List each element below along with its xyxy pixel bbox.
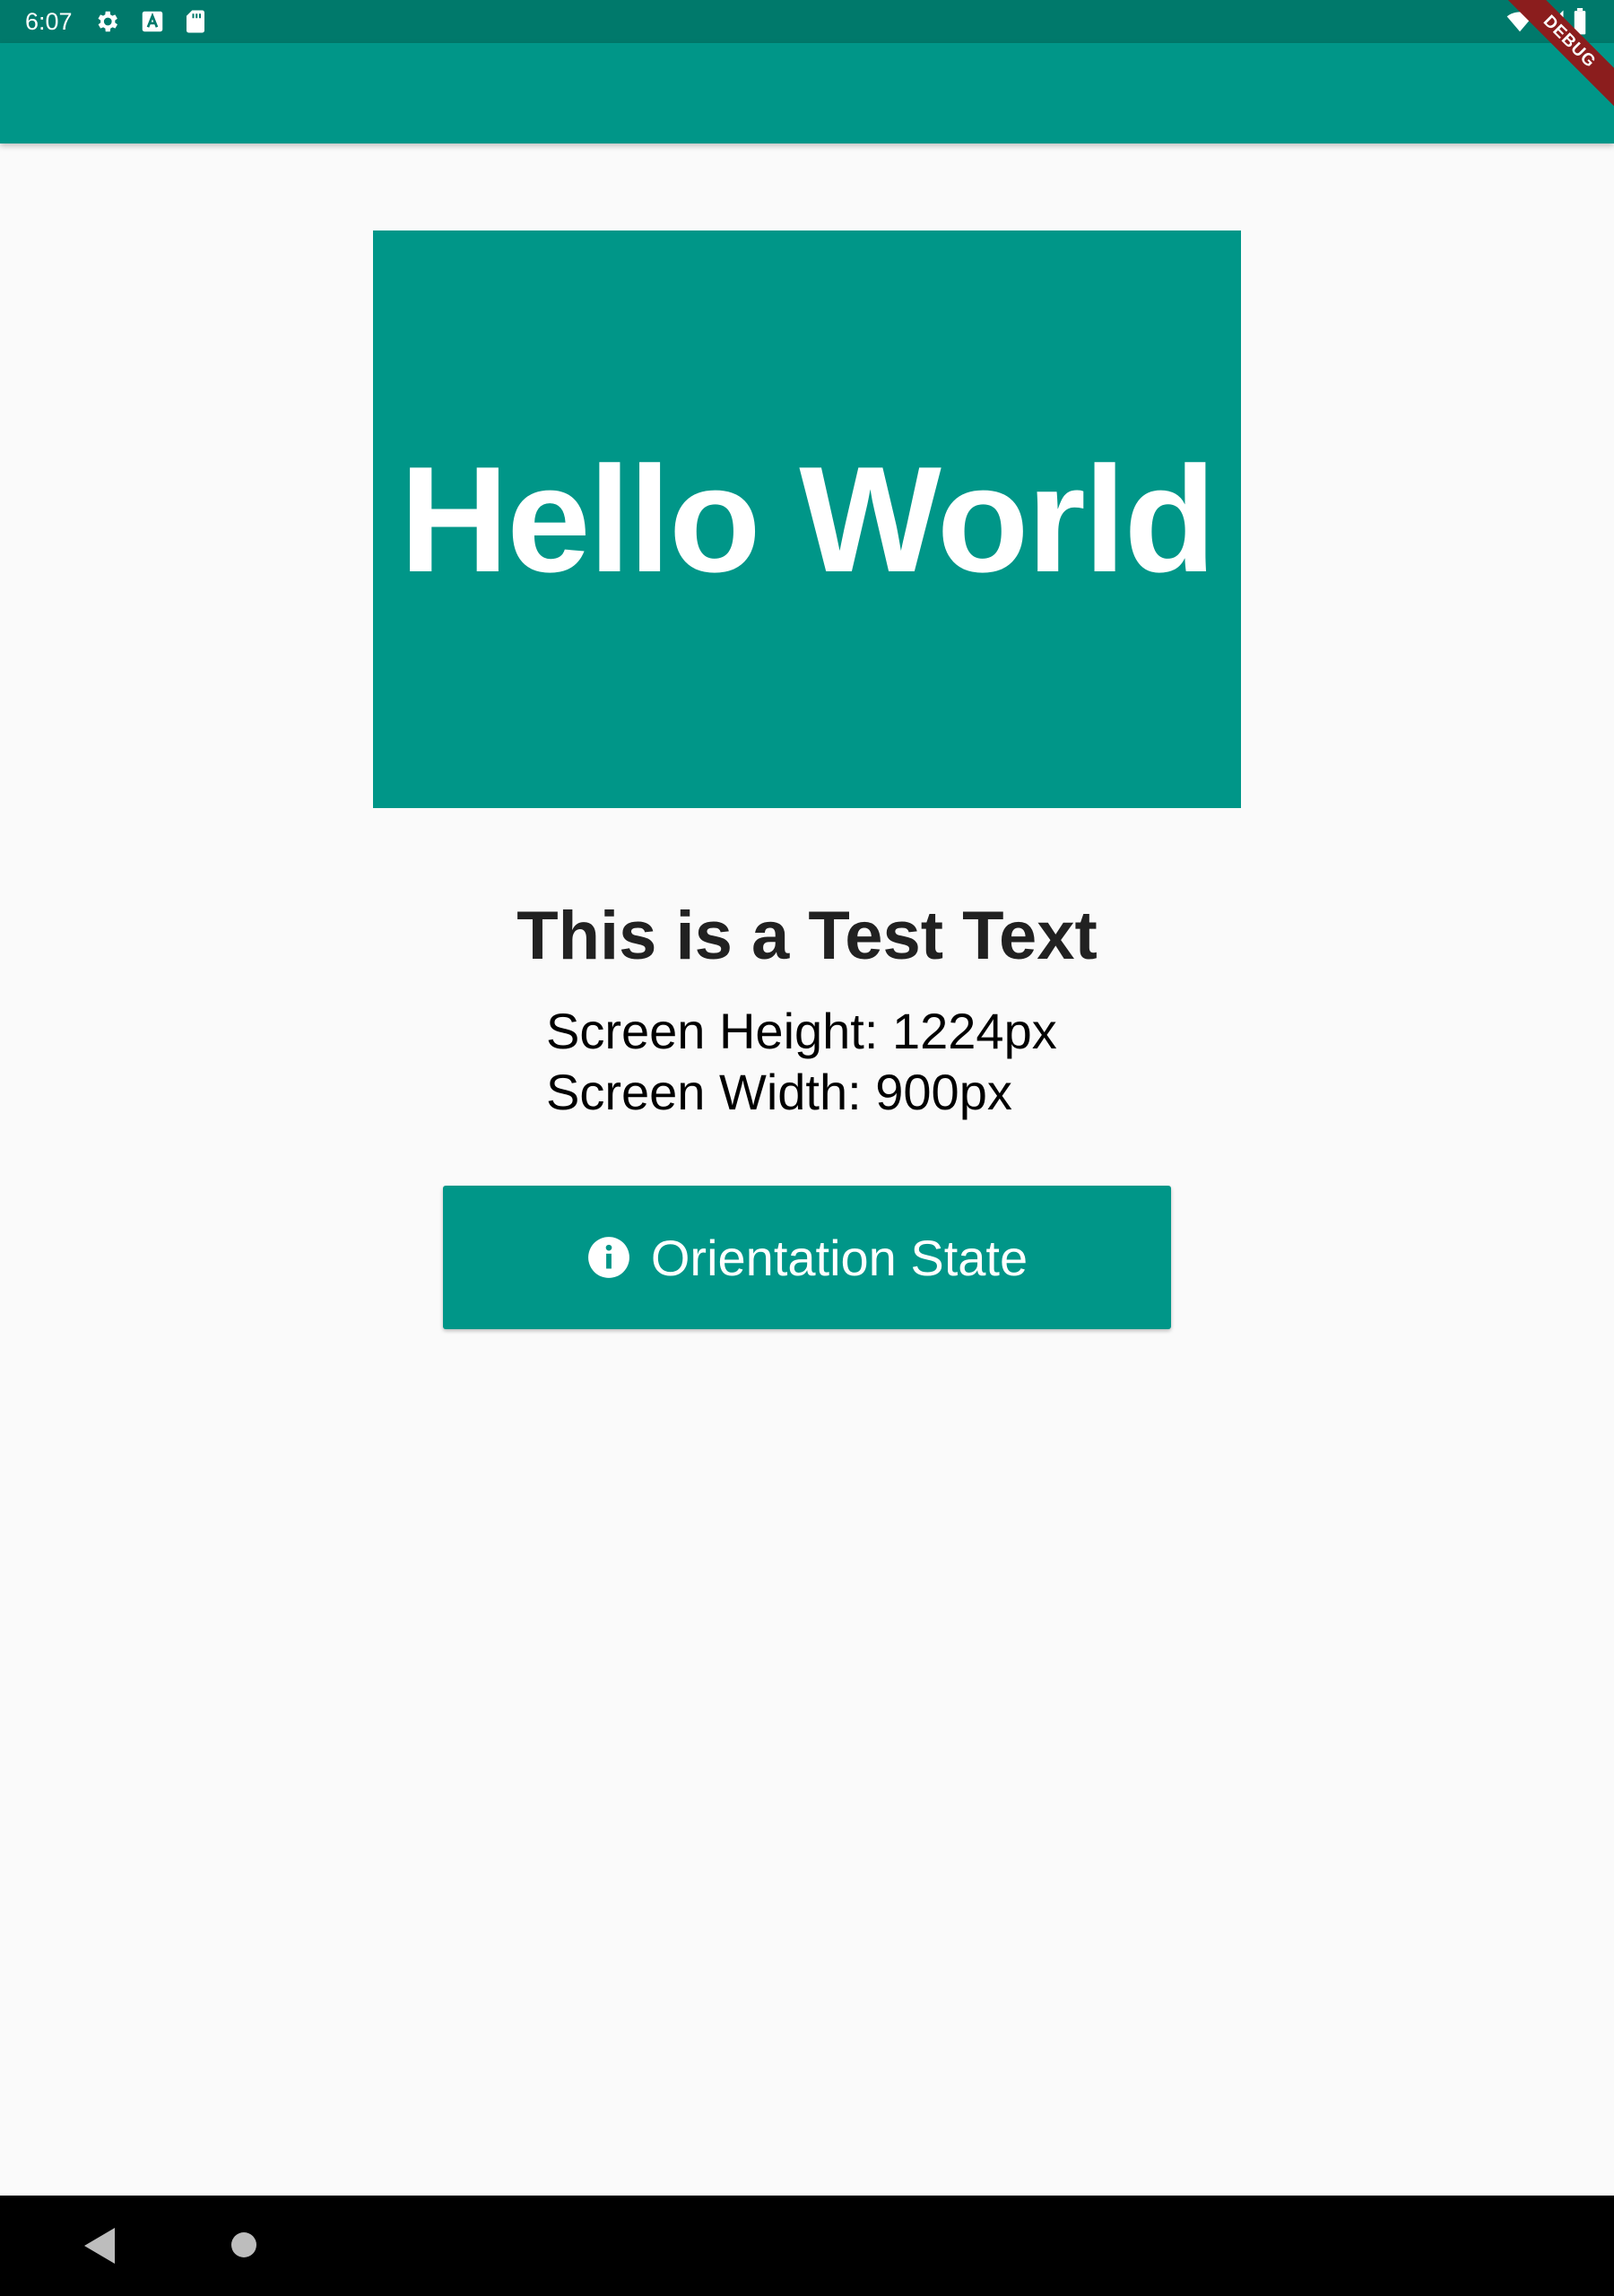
app-screen: 6:07 DEBUG Hello World This is a Test Te… [0,0,1614,2296]
screen-width-text: Screen Width: 900px [546,1064,1012,1120]
sd-card-icon [182,8,209,35]
screen-info: Screen Height: 1224px Screen Width: 900p… [546,1001,1057,1123]
a-box-icon [139,8,166,35]
orientation-state-label: Orientation State [650,1229,1028,1286]
hello-world-box: Hello World [373,230,1241,808]
info-icon [586,1235,631,1280]
navigation-bar [0,2196,1614,2296]
app-bar [0,43,1614,144]
orientation-state-button[interactable]: Orientation State [443,1186,1171,1329]
test-title: This is a Test Text [516,898,1098,974]
back-icon[interactable] [84,2228,115,2264]
screen-height-text: Screen Height: 1224px [546,1003,1057,1059]
status-bar: 6:07 [0,0,1614,43]
home-icon[interactable] [230,2231,257,2258]
hello-world-text: Hello World [399,435,1216,604]
status-time: 6:07 [25,8,73,35]
gear-icon [93,8,120,35]
